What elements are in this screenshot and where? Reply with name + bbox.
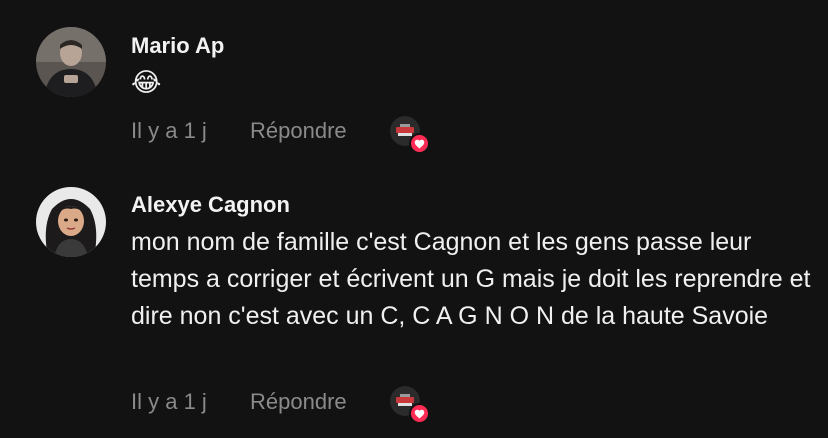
reply-button[interactable]: Répondre bbox=[250, 118, 347, 144]
avatar[interactable] bbox=[36, 27, 106, 97]
creator-liked-badge bbox=[390, 116, 430, 154]
creator-liked-badge bbox=[390, 386, 430, 424]
avatar[interactable] bbox=[36, 187, 106, 257]
comment-text: mon nom de famille c'est Cagnon et les g… bbox=[131, 228, 811, 330]
comment-username[interactable]: Alexye Cagnon bbox=[131, 192, 290, 218]
comment-item: Mario Ap 😂 Il y a 1 j Répondre bbox=[0, 0, 828, 170]
comment-timestamp: Il y a 1 j bbox=[131, 389, 207, 414]
comment-timestamp: Il y a 1 j bbox=[131, 118, 207, 143]
heart-icon bbox=[409, 403, 430, 424]
comment-username[interactable]: Mario Ap bbox=[131, 33, 224, 59]
reply-button[interactable]: Répondre bbox=[250, 389, 347, 415]
heart-icon bbox=[409, 133, 430, 154]
comment-text: 😂 bbox=[131, 67, 162, 97]
comment-item: Alexye Cagnon mon nom de famille c'est C… bbox=[0, 170, 828, 438]
